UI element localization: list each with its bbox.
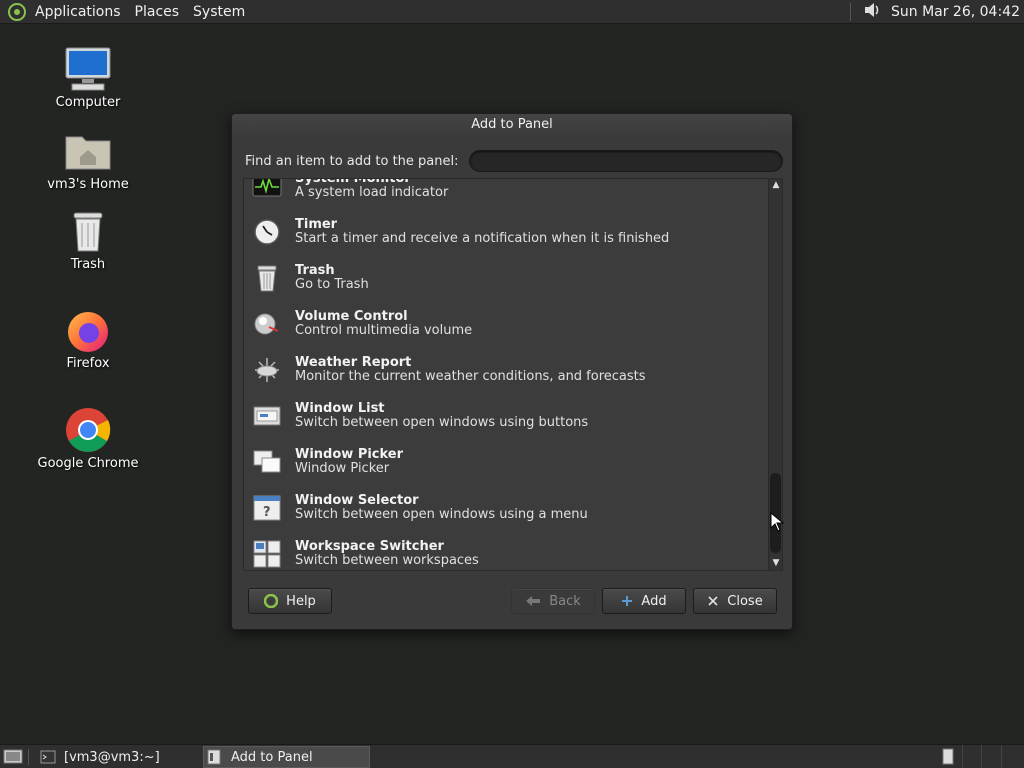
back-button-label: Back — [549, 593, 581, 609]
dialog-window-icon — [207, 749, 221, 765]
panel-separator — [28, 749, 29, 765]
list-item-workspace-switcher[interactable]: Workspace Switcher Switch between worksp… — [244, 530, 766, 570]
list-item-system-monitor[interactable]: System Monitor A system load indicator — [244, 179, 766, 208]
item-name: Workspace Switcher — [295, 539, 444, 554]
item-desc: Switch between open windows using a menu — [295, 507, 588, 522]
timer-icon — [252, 217, 282, 247]
window-list-icon — [252, 401, 282, 431]
desktop-icon-computer[interactable]: Computer — [33, 45, 143, 110]
svg-text:?: ? — [263, 505, 271, 520]
desktop-icon-chrome[interactable]: Google Chrome — [33, 406, 143, 471]
add-icon — [621, 595, 633, 607]
item-desc: Switch between open windows using button… — [295, 415, 589, 430]
help-button-label: Help — [286, 593, 316, 609]
desktop-icon-label: Computer — [55, 95, 121, 110]
chrome-icon — [64, 406, 112, 454]
mouse-cursor-icon — [770, 511, 785, 536]
list-item-window-selector[interactable]: ? Window Selector Switch between open wi… — [244, 484, 766, 530]
back-button[interactable]: Back — [511, 588, 595, 614]
list-item-trash[interactable]: Trash Go to Trash — [244, 254, 766, 300]
scroll-up-icon[interactable]: ▲ — [771, 180, 781, 190]
dialog-title[interactable]: Add to Panel — [232, 114, 792, 138]
desktop-icon-home[interactable]: vm3's Home — [33, 127, 143, 192]
system-monitor-icon — [252, 179, 282, 201]
item-name: Weather Report — [295, 355, 412, 370]
item-desc: Window Picker — [295, 461, 390, 476]
desktop-icon-label: Trash — [70, 257, 106, 272]
workspace-divider — [1001, 745, 1002, 768]
computer-icon — [64, 45, 112, 93]
item-name: Window Picker — [295, 447, 404, 462]
top-right-tray: Sun Mar 26, 04:42 — [849, 0, 1020, 24]
list-item-volume-control[interactable]: Volume Control Control multimedia volume — [244, 300, 766, 346]
back-arrow-icon — [525, 595, 541, 607]
add-to-panel-dialog: Add to Panel Find an item to add to the … — [231, 113, 793, 630]
item-name: Trash — [295, 263, 335, 278]
help-icon — [264, 594, 279, 608]
desktop-icon-label: Google Chrome — [37, 456, 139, 471]
add-button[interactable]: Add — [602, 588, 686, 614]
task-add-to-panel[interactable]: Add to Panel — [203, 746, 370, 768]
menu-system[interactable]: System — [186, 0, 252, 24]
clock[interactable]: Sun Mar 26, 04:42 — [891, 4, 1020, 20]
workspace-divider — [962, 745, 963, 768]
close-icon — [707, 595, 719, 607]
item-name: Volume Control — [295, 309, 408, 324]
workspace-divider — [981, 745, 982, 768]
task-label: Add to Panel — [231, 749, 313, 765]
distro-logo-icon[interactable] — [6, 1, 28, 23]
task-terminal[interactable]: [vm3@vm3:~] — [36, 746, 196, 768]
desktop-icon-label: Firefox — [66, 356, 110, 371]
volume-icon — [252, 309, 282, 339]
list-item-timer[interactable]: Timer Start a timer and receive a notifi… — [244, 208, 766, 254]
item-desc: Start a timer and receive a notification… — [295, 231, 670, 246]
task-label: [vm3@vm3:~] — [64, 749, 160, 765]
window-selector-icon: ? — [252, 493, 282, 523]
workspace-indicator-icon[interactable] — [942, 748, 954, 768]
item-desc: Control multimedia volume — [295, 323, 473, 338]
terminal-icon — [40, 750, 56, 764]
item-desc: A system load indicator — [295, 185, 449, 200]
item-name: Window List — [295, 401, 385, 416]
menu-applications[interactable]: Applications — [28, 0, 128, 24]
item-name: Timer — [295, 217, 338, 232]
home-folder-icon — [64, 127, 112, 175]
close-button-label: Close — [727, 593, 763, 609]
applet-list: System Monitor A system load indicator T… — [243, 178, 783, 571]
item-desc: Go to Trash — [295, 277, 369, 292]
volume-icon[interactable] — [863, 1, 883, 23]
item-name: Window Selector — [295, 493, 419, 508]
firefox-icon — [64, 306, 112, 354]
desktop-icon-label: vm3's Home — [47, 177, 129, 192]
bottom-panel: [vm3@vm3:~] Add to Panel — [0, 744, 1024, 768]
list-item-weather-report[interactable]: Weather Report Monitor the current weath… — [244, 346, 766, 392]
search-row: Find an item to add to the panel: — [245, 150, 783, 172]
applet-list-items: System Monitor A system load indicator T… — [244, 179, 766, 570]
item-desc: Monitor the current weather conditions, … — [295, 369, 646, 384]
window-picker-icon — [252, 447, 282, 477]
search-input[interactable] — [468, 150, 783, 172]
list-item-window-list[interactable]: Window List Switch between open windows … — [244, 392, 766, 438]
top-panel: Applications Places System Sun Mar 26, 0… — [0, 0, 1024, 24]
weather-icon — [252, 355, 282, 385]
list-item-window-picker[interactable]: Window Picker Window Picker — [244, 438, 766, 484]
trash-icon — [252, 263, 282, 293]
help-button[interactable]: Help — [248, 588, 332, 614]
desktop-icon-trash[interactable]: Trash — [33, 207, 143, 272]
desktop-icon-firefox[interactable]: Firefox — [33, 306, 143, 371]
workspace-switcher-icon — [252, 539, 282, 569]
trash-icon — [64, 207, 112, 255]
tray-separator — [849, 3, 851, 21]
scroll-down-icon[interactable]: ▼ — [771, 558, 781, 568]
item-desc: Switch between workspaces — [295, 553, 479, 568]
search-label: Find an item to add to the panel: — [245, 153, 459, 169]
add-button-label: Add — [641, 593, 667, 609]
menu-places[interactable]: Places — [128, 0, 187, 24]
show-desktop-icon[interactable] — [3, 748, 23, 768]
close-button[interactable]: Close — [693, 588, 777, 614]
